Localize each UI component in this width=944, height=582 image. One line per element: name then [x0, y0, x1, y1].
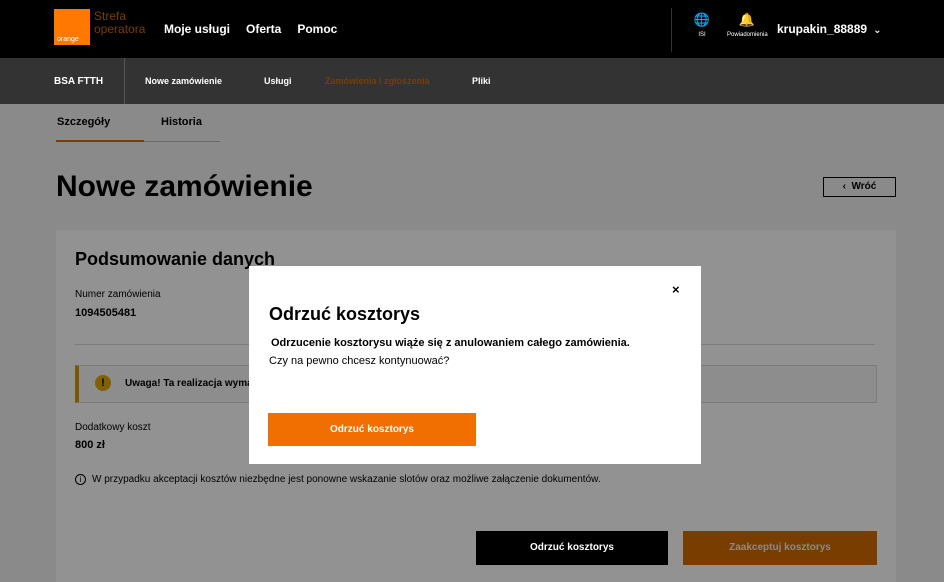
- confirm-reject-button[interactable]: Odrzuć kosztorys: [268, 413, 476, 446]
- close-icon[interactable]: ×: [672, 282, 680, 297]
- modal-question-text: Czy na pewno chcesz kontynuować?: [269, 355, 450, 367]
- modal-warning-text: Odrzucenie kosztorysu wiąże się z anulow…: [271, 337, 630, 349]
- modal-title: Odrzuć kosztorys: [269, 304, 421, 324]
- reject-estimate-modal: × Odrzuć kosztorys Odrzucenie kosztorysu…: [249, 266, 701, 464]
